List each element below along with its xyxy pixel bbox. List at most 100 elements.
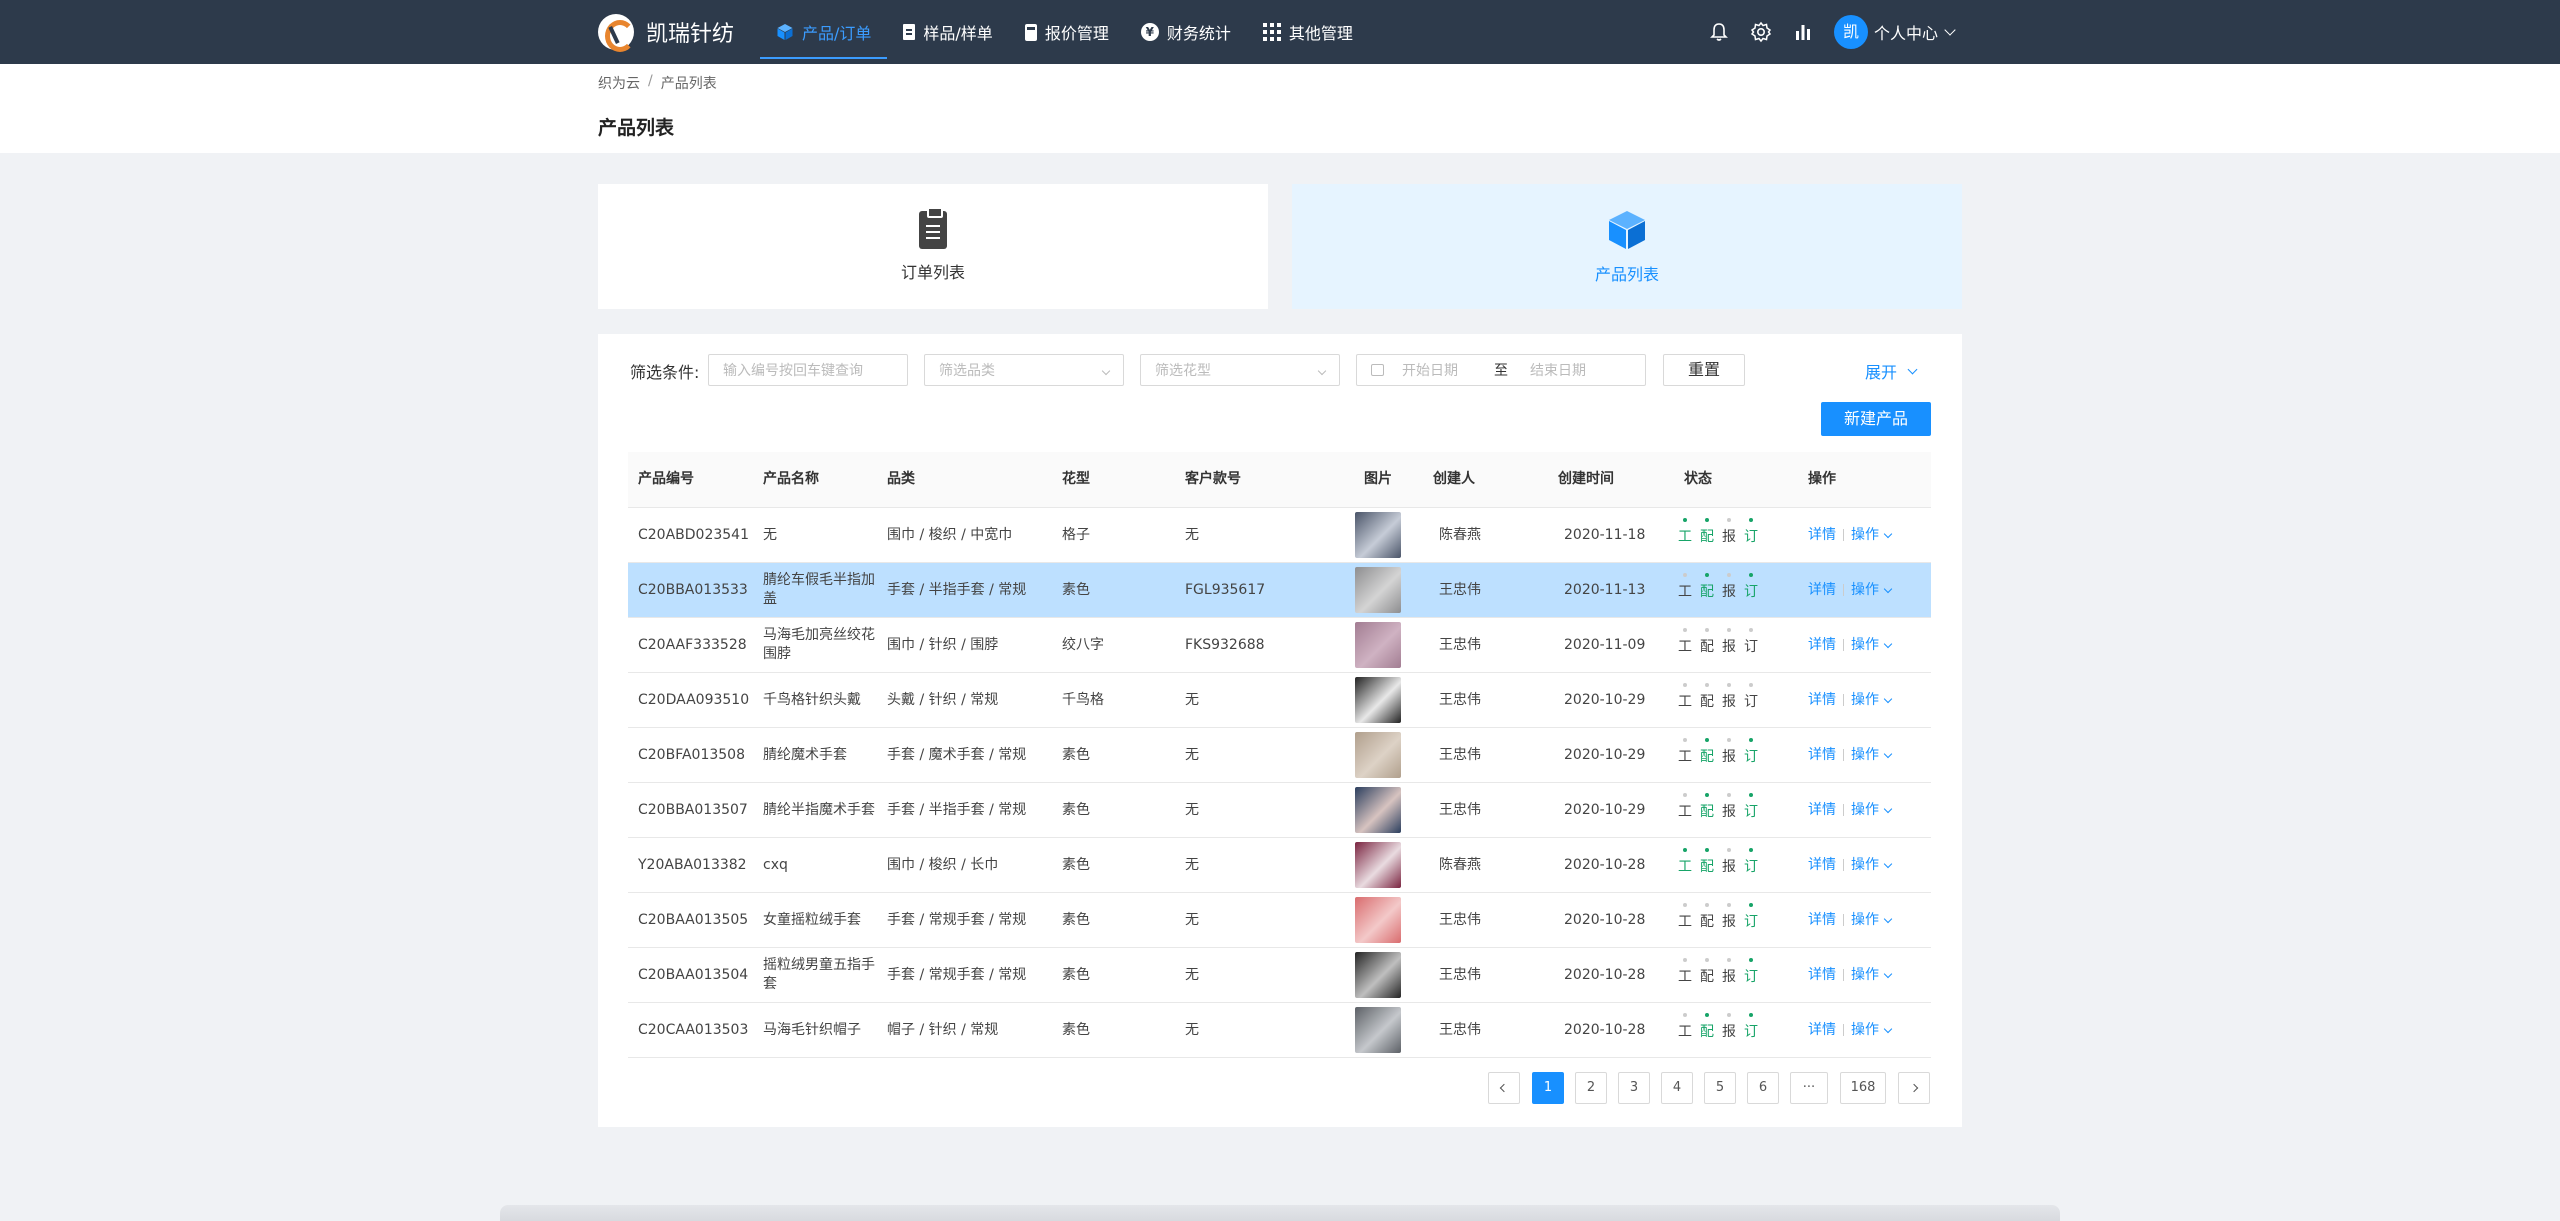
detail-link[interactable]: 详情 [1808,1021,1836,1040]
page-button[interactable]: 2 [1575,1072,1607,1104]
chevron-down-icon[interactable] [1883,914,1893,923]
chevron-down-icon[interactable] [1883,749,1893,758]
card-product-list[interactable]: 产品列表 [1292,184,1962,309]
bell-icon[interactable] [1708,21,1730,43]
user-center-menu[interactable]: 个人中心 [1874,20,1938,44]
detail-link[interactable]: 详情 [1808,746,1836,765]
column-header: 状态 [1684,471,1712,487]
new-product-button[interactable]: 新建产品 [1821,402,1931,436]
actions-menu[interactable]: 操作 [1851,1021,1879,1040]
chevron-down-icon[interactable] [1883,1024,1893,1033]
search-input[interactable]: 输入编号按回车键查询 [708,354,908,386]
nav-item-finance[interactable]: ¥ 财务统计 [1125,0,1247,64]
expand-filters-toggle[interactable]: 展开 [1865,359,1918,383]
table-row[interactable]: C20ABD023541 无 围巾 / 梭织 / 中宽巾 格子 无 陈春燕 2020-11-… [628,508,1931,563]
product-thumbnail[interactable] [1355,567,1401,613]
table-row[interactable]: Y20ABA013382 cxq 围巾 / 梭织 / 长巾 素色 无 陈春燕 2020-10… [628,838,1931,893]
category-select[interactable]: 筛选品类 [924,354,1124,386]
column-header: 创建人 [1433,471,1475,487]
chevron-down-icon[interactable] [1883,694,1893,703]
table-row[interactable]: C20BBA013507 腈纶半指魔术手套 手套 / 半指手套 / 常规 素色 无 王忠伟… [628,783,1931,838]
nav-item-samples[interactable]: 样品/样单 [887,0,1008,64]
product-thumbnail[interactable] [1355,677,1401,723]
next-page-button[interactable] [1898,1072,1930,1104]
actions-menu[interactable]: 操作 [1851,636,1879,655]
actions-menu[interactable]: 操作 [1851,966,1879,985]
table-row[interactable]: C20BAA013505 女童摇粒绒手套 手套 / 常规手套 / 常规 素色 无 王忠伟 2… [628,893,1931,948]
product-thumbnail[interactable] [1355,732,1401,778]
cell-date: 2020-10-28 [1564,1021,1646,1038]
date-range-picker[interactable]: 开始日期 至 结束日期 [1356,354,1646,386]
actions-menu[interactable]: 操作 [1851,801,1879,820]
table-row[interactable]: C20BAA013504 摇粒绒男童五指手套 手套 / 常规手套 / 常规 素色 无 王忠… [628,948,1931,1003]
table-row[interactable]: C20AAF333528 马海毛加亮丝绞花围脖 围巾 / 针织 / 围脖 绞八字 FKS… [628,618,1931,673]
status-step: 订 [1740,682,1762,712]
breadcrumb-item-current: 产品列表 [660,76,717,92]
cell-image [1333,787,1423,833]
detail-link[interactable]: 详情 [1808,636,1836,655]
table-row[interactable]: C20BBA013533 腈纶车假毛半指加盖 手套 / 半指手套 / 常规 素色 FGL… [628,563,1931,618]
page-ellipsis[interactable]: ··· [1790,1072,1828,1104]
chevron-down-icon[interactable] [1883,804,1893,813]
chevron-down-icon[interactable] [1883,859,1893,868]
page-button[interactable]: 4 [1661,1072,1693,1104]
actions-menu[interactable]: 操作 [1851,581,1879,600]
breadcrumb-item-home[interactable]: 织为云 [598,73,640,93]
detail-link[interactable]: 详情 [1808,581,1836,600]
chevron-right-icon [1909,1083,1919,1093]
table-row[interactable]: C20DAA093510 千鸟格针织头戴 头戴 / 针织 / 常规 千鸟格 无 王忠伟 20… [628,673,1931,728]
page-button[interactable]: 6 [1747,1072,1779,1104]
avatar[interactable]: 凯 [1834,15,1868,49]
product-thumbnail[interactable] [1355,897,1401,943]
actions-menu[interactable]: 操作 [1851,746,1879,765]
cell-image [1333,732,1423,778]
chevron-down-icon[interactable] [1883,529,1893,538]
status-step: 工 [1674,682,1696,712]
card-order-list[interactable]: 订单列表 [598,184,1268,309]
cell-date: 2020-10-29 [1564,746,1646,763]
action-divider [1843,694,1844,706]
chevron-down-icon[interactable] [1944,24,1956,36]
page-button[interactable]: 3 [1618,1072,1650,1104]
product-thumbnail[interactable] [1355,787,1401,833]
actions-menu[interactable]: 操作 [1851,691,1879,710]
status-step: 配 [1696,1012,1718,1042]
nav-item-quotes[interactable]: 报价管理 [1009,0,1125,64]
detail-link[interactable]: 详情 [1808,526,1836,545]
product-thumbnail[interactable] [1355,952,1401,998]
detail-link[interactable]: 详情 [1808,801,1836,820]
product-thumbnail[interactable] [1355,512,1401,558]
nav-item-products-orders[interactable]: 产品/订单 [760,0,888,64]
reset-button[interactable]: 重置 [1663,354,1745,386]
nav-item-other[interactable]: 其他管理 [1247,0,1369,64]
detail-link[interactable]: 详情 [1808,911,1836,930]
product-thumbnail[interactable] [1355,842,1401,888]
page-button[interactable]: 1 [1532,1072,1564,1104]
chevron-down-icon [1101,366,1111,376]
bar-chart-icon[interactable] [1792,21,1814,43]
actions-menu[interactable]: 操作 [1851,856,1879,875]
chevron-down-icon[interactable] [1883,584,1893,593]
gear-icon[interactable] [1750,21,1772,43]
product-table: 产品编号 产品名称 品类 花型 客户款号 图片 创建人 创建时间 状态 操作 C… [628,452,1931,1058]
page-button-last[interactable]: 168 [1840,1072,1886,1104]
product-thumbnail[interactable] [1355,622,1401,668]
chevron-down-icon[interactable] [1883,969,1893,978]
product-thumbnail[interactable] [1355,1007,1401,1053]
actions-menu[interactable]: 操作 [1851,911,1879,930]
prev-page-button[interactable] [1488,1072,1520,1104]
detail-link[interactable]: 详情 [1808,691,1836,710]
detail-link[interactable]: 详情 [1808,856,1836,875]
bottom-edge [500,1205,2060,1221]
page-button[interactable]: 5 [1704,1072,1736,1104]
pattern-select[interactable]: 筛选花型 [1140,354,1340,386]
table-row[interactable]: C20CAA013503 马海毛针织帽子 帽子 / 针织 / 常规 素色 无 王忠伟 202… [628,1003,1931,1058]
actions-menu[interactable]: 操作 [1851,526,1879,545]
column-header: 图片 [1364,471,1392,487]
cell-code: C20CAA013503 [638,1021,749,1038]
chevron-down-icon[interactable] [1883,639,1893,648]
table-row[interactable]: C20BFA013508 腈纶魔术手套 手套 / 魔术手套 / 常规 素色 无 王忠伟 20… [628,728,1931,783]
app-logo[interactable]: 凯瑞针纺 [598,14,734,52]
yen-coin-icon: ¥ [1140,23,1159,41]
detail-link[interactable]: 详情 [1808,966,1836,985]
